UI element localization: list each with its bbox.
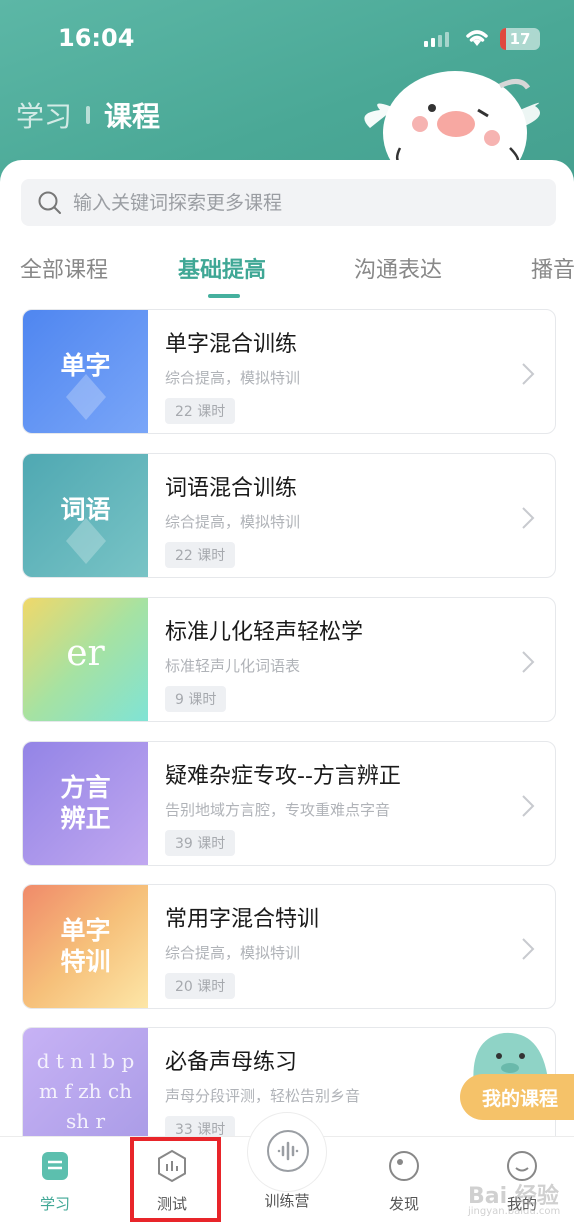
nav-discover-label: 发现 (388, 1195, 419, 1213)
nav-discover[interactable]: 发现 (359, 1137, 449, 1214)
planet-icon (389, 1151, 419, 1181)
thumbnail-text: 单字 特训 (60, 916, 111, 976)
lesson-count-badge: 9 课时 (165, 686, 227, 712)
lesson-count-badge: 22 课时 (165, 398, 236, 424)
chevron-right-icon (522, 938, 535, 960)
course-thumbnail: d t n l b p m f zh ch sh r (23, 1028, 148, 1151)
course-card[interactable]: 词语 词语混合训练 综合提高，模拟特训 22 课时 (22, 453, 556, 578)
thumbnail-text: 方言 辨正 (60, 773, 111, 833)
course-thumbnail: er (23, 598, 148, 721)
nav-camp-label: 训练营 (264, 1192, 310, 1210)
signal-icon (424, 32, 449, 47)
chevron-right-icon (522, 651, 535, 673)
search-input[interactable] (73, 191, 533, 214)
search-bar[interactable] (21, 179, 556, 226)
search-icon (38, 191, 61, 214)
status-bar: 16:04 17 (0, 18, 574, 58)
chevron-right-icon (522, 363, 535, 385)
battery-icon: 17 (500, 28, 540, 50)
my-courses-button[interactable]: 我的课程 (460, 1074, 574, 1120)
tab-study[interactable]: 学习 (16, 95, 72, 135)
status-time: 16:04 (58, 24, 135, 52)
header: 16:04 17 学习 课程 (0, 0, 574, 180)
course-title: 常用字混合特训 (165, 907, 320, 932)
course-title: 单字混合训练 (165, 332, 298, 357)
lesson-count-badge: 39 课时 (165, 830, 236, 856)
course-thumbnail: 单字 (23, 310, 148, 433)
course-thumbnail: 方言 辨正 (23, 742, 148, 865)
wifi-icon (466, 30, 488, 46)
course-card[interactable]: 单字 特训 常用字混合特训 综合提高，模拟特训 20 课时 (22, 884, 556, 1009)
category-tabs: 全部课程 基础提高 沟通表达 播音 (0, 248, 574, 298)
course-subtitle: 综合提高，模拟特训 (165, 369, 301, 387)
course-subtitle: 告别地域方言腔，专攻重难点字音 (165, 801, 391, 819)
nav-study-label: 学习 (39, 1195, 70, 1213)
course-card[interactable]: er 标准儿化轻声轻松学 标准轻声儿化词语表 9 课时 (22, 597, 556, 722)
course-subtitle: 综合提高，模拟特训 (165, 944, 301, 962)
tab-broadcast[interactable]: 播音 (531, 252, 574, 284)
nav-camp-button[interactable] (247, 1112, 327, 1192)
course-card[interactable]: 方言 辨正 疑难杂症专攻--方言辨正 告别地域方言腔，专攻重难点字音 39 课时 (22, 741, 556, 866)
course-thumbnail: 单字 特训 (23, 885, 148, 1008)
watermark-url: jingyan.baidu.com (468, 1206, 561, 1217)
course-title: 标准儿化轻声轻松学 (165, 620, 364, 645)
course-title: 必备声母练习 (165, 1050, 298, 1075)
chevron-right-icon (522, 795, 535, 817)
tab-basic-improve[interactable]: 基础提高 (178, 252, 266, 284)
tab-course[interactable]: 课程 (104, 95, 160, 135)
tab-divider (86, 106, 91, 124)
tab-all-courses[interactable]: 全部课程 (20, 252, 108, 284)
battery-level: 17 (509, 30, 531, 48)
voice-wave-icon (267, 1130, 309, 1172)
course-subtitle: 综合提高，模拟特训 (165, 513, 301, 531)
course-title: 疑难杂症专攻--方言辨正 (165, 764, 401, 789)
nav-study[interactable]: 学习 (10, 1137, 100, 1214)
thumbnail-text: d t n l b p m f zh ch sh r (36, 1049, 135, 1133)
pen-nib-icon (66, 374, 106, 420)
course-title: 词语混合训练 (165, 476, 298, 501)
lesson-count-badge: 22 课时 (165, 542, 236, 568)
chevron-right-icon (522, 507, 535, 529)
course-subtitle: 声母分段评测，轻松告别乡音 (165, 1087, 361, 1105)
tab-communication[interactable]: 沟通表达 (354, 252, 442, 284)
active-tab-indicator (208, 294, 240, 298)
course-card[interactable]: 单字 单字混合训练 综合提高，模拟特训 22 课时 (22, 309, 556, 434)
thumbnail-text: er (66, 633, 105, 674)
lesson-count-badge: 20 课时 (165, 973, 236, 999)
course-subtitle: 标准轻声儿化词语表 (165, 657, 301, 675)
book-icon (42, 1152, 68, 1180)
pen-nib-icon (66, 518, 106, 564)
course-thumbnail: 词语 (23, 454, 148, 577)
mascot-illustration (364, 71, 540, 168)
highlight-box (130, 1137, 221, 1222)
